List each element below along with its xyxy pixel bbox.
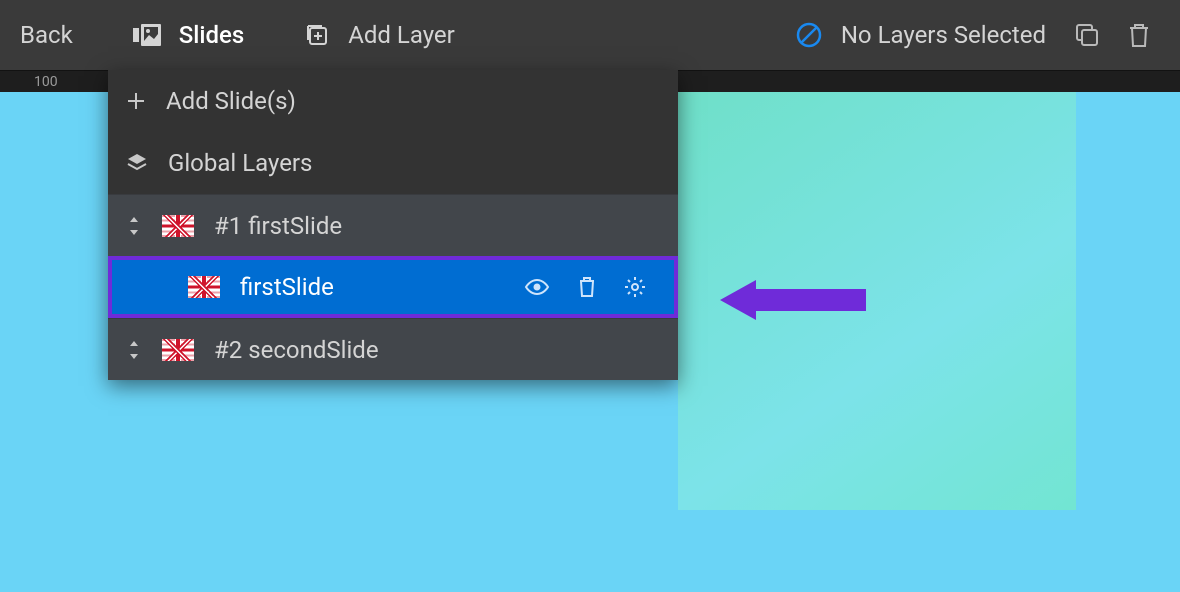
delete-button[interactable] <box>1128 22 1150 48</box>
layers-icon <box>126 152 148 174</box>
slide-row-1[interactable]: #1 firstSlide <box>108 194 678 256</box>
plus-icon <box>126 91 146 111</box>
add-slides-label: Add Slide(s) <box>166 87 296 115</box>
delete-slide-icon[interactable] <box>578 276 596 298</box>
toolbar-right-group: No Layers Selected <box>795 21 1150 49</box>
add-layer-label: Add Layer <box>348 21 455 49</box>
arrow-body <box>756 289 866 311</box>
flag-icon <box>162 215 194 237</box>
slide-row-selected-label: firstSlide <box>240 273 334 301</box>
add-layer-icon <box>304 22 330 48</box>
no-layers-label: No Layers Selected <box>841 21 1046 49</box>
add-slides-item[interactable]: Add Slide(s) <box>108 70 678 132</box>
slides-dropdown-button[interactable]: Slides <box>133 21 245 49</box>
no-layers-icon <box>795 21 823 49</box>
slides-label: Slides <box>179 21 245 49</box>
slide-row-1-label: #1 firstSlide <box>214 212 342 240</box>
slides-dropdown: Add Slide(s) Global Layers #1 firstSlide… <box>108 70 678 380</box>
ruler-tick-100: 100 <box>34 74 58 90</box>
reorder-icon[interactable] <box>126 339 142 361</box>
back-label: Back <box>20 21 73 49</box>
slide-actions <box>524 276 646 298</box>
no-layers-indicator: No Layers Selected <box>795 21 1046 49</box>
global-layers-label: Global Layers <box>168 149 312 177</box>
top-toolbar: Back Slides Add Layer No Layers Selected <box>0 0 1180 70</box>
flag-icon <box>188 276 220 298</box>
arrow-head-icon <box>720 280 756 320</box>
copy-button[interactable] <box>1074 22 1100 48</box>
slide-row-selected[interactable]: firstSlide <box>108 256 678 318</box>
back-button[interactable]: Back <box>20 21 73 49</box>
settings-icon[interactable] <box>624 276 646 298</box>
visibility-icon[interactable] <box>524 278 550 296</box>
toolbar-left-group: Back Slides Add Layer <box>20 21 455 49</box>
slides-icon <box>133 24 161 46</box>
flag-icon <box>162 339 194 361</box>
add-layer-button[interactable]: Add Layer <box>304 21 455 49</box>
global-layers-item[interactable]: Global Layers <box>108 132 678 194</box>
reorder-icon[interactable] <box>126 215 142 237</box>
annotation-arrow <box>720 280 866 320</box>
slide-row-2-label: #2 secondSlide <box>214 336 379 364</box>
slide-row-2[interactable]: #2 secondSlide <box>108 318 678 380</box>
